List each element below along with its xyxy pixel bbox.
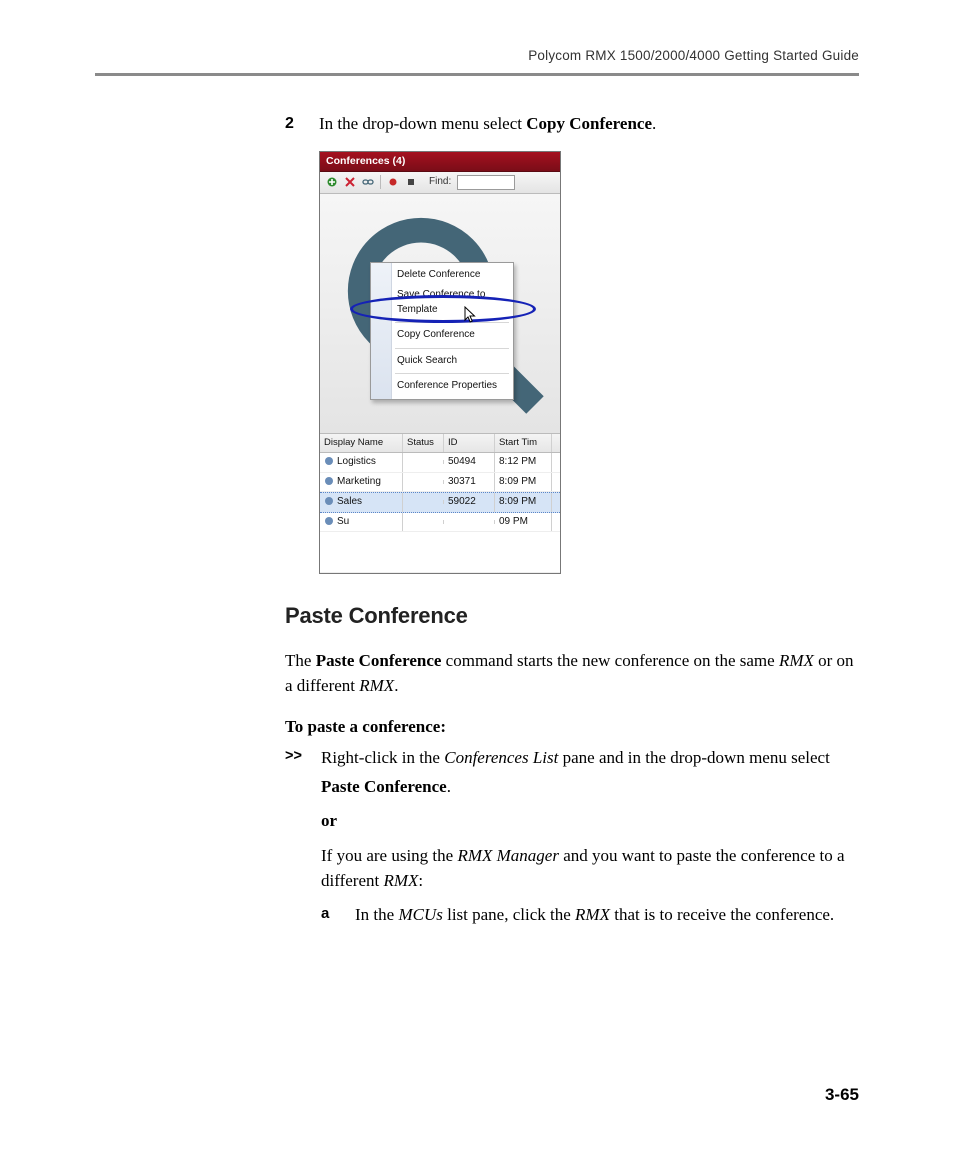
panel-toolbar: Find:	[320, 172, 560, 194]
row-name: Logistics	[337, 456, 376, 467]
conference-icon	[324, 476, 334, 486]
row-id	[444, 520, 495, 524]
menu-save-to-template[interactable]: Save Conference to Template	[371, 285, 513, 320]
page: Polycom RMX 1500/2000/4000 Getting Start…	[0, 0, 954, 1155]
step-number: 2	[285, 112, 299, 137]
grid-rows: Logistics 50494 8:12 PM Marketing 30371 …	[320, 453, 560, 573]
table-row[interactable]: Marketing 30371 8:09 PM	[320, 473, 560, 493]
intro-t2: command starts the new conference on the…	[441, 651, 779, 670]
search-icon[interactable]	[326, 416, 554, 427]
table-row	[320, 532, 560, 573]
menu-delete-conference[interactable]: Delete Conference	[371, 265, 513, 286]
row-id: 59022	[444, 493, 495, 512]
content-column: 2 In the drop-down menu select Copy Conf…	[285, 112, 859, 928]
row-status	[403, 480, 444, 484]
procedure-step: >> Right-click in the Conferences List p…	[285, 746, 859, 928]
col-status[interactable]: Status	[403, 434, 444, 452]
header-rule	[95, 73, 859, 76]
row-time: 8:09 PM	[495, 493, 552, 512]
sub-step-body: In the MCUs list pane, click the RMX tha…	[355, 903, 834, 928]
intro-t1: The	[285, 651, 316, 670]
sub-c: that is to receive the conference.	[610, 905, 834, 924]
menu-copy-conference[interactable]: Copy Conference	[371, 325, 513, 346]
menu-separator	[395, 322, 509, 323]
intro-t4: .	[394, 676, 398, 695]
record-icon[interactable]	[387, 176, 399, 188]
step2-pre: In the drop-down menu select	[319, 114, 526, 133]
link-icon[interactable]	[362, 176, 374, 188]
panel-title: Conferences (4)	[320, 152, 560, 172]
intro-i2: RMX	[359, 676, 394, 695]
page-number: 3-65	[825, 1085, 859, 1105]
sub-i2: RMX	[575, 905, 610, 924]
row-name: Su	[337, 516, 349, 527]
menu-separator	[395, 348, 509, 349]
conference-icon	[324, 516, 334, 526]
procedure-bullet: >>	[285, 746, 307, 928]
proc-s2i2: RMX	[383, 871, 418, 890]
row-id: 30371	[444, 473, 495, 492]
menu-separator	[395, 373, 509, 374]
step2-bold: Copy Conference	[526, 114, 652, 133]
conferences-panel: Conferences (4)	[319, 151, 561, 574]
numbered-step-2: 2 In the drop-down menu select Copy Conf…	[285, 112, 859, 137]
step-body: In the drop-down menu select Copy Confer…	[319, 112, 859, 137]
intro-b1: Paste Conference	[316, 651, 442, 670]
intro-i1: RMX	[779, 651, 814, 670]
row-id: 50494	[444, 453, 495, 472]
delete-icon[interactable]	[344, 176, 356, 188]
row-status	[403, 460, 444, 464]
proc-s1b: pane and in the drop-down menu select	[558, 748, 829, 767]
sub-a: In the	[355, 905, 398, 924]
col-display-name[interactable]: Display Name	[320, 434, 403, 452]
row-status	[403, 500, 444, 504]
menu-quick-search[interactable]: Quick Search	[371, 351, 513, 372]
proc-s1end: .	[447, 777, 451, 796]
procedure-heading: To paste a conference:	[285, 715, 859, 740]
row-name: Sales	[337, 496, 362, 507]
proc-s1a: Right-click in the	[321, 748, 444, 767]
find-input[interactable]	[457, 175, 515, 190]
intro-paragraph: The Paste Conference command starts the …	[285, 649, 859, 698]
col-id[interactable]: ID	[444, 434, 495, 452]
proc-s2i: RMX Manager	[457, 846, 559, 865]
proc-or: or	[321, 809, 859, 834]
step2-post: .	[652, 114, 656, 133]
proc-s2: If you are using the RMX Manager and you…	[321, 844, 859, 893]
table-row[interactable]: Logistics 50494 8:12 PM	[320, 453, 560, 473]
proc-s1bold: Paste Conference	[321, 777, 447, 796]
stop-icon[interactable]	[405, 176, 417, 188]
running-header: Polycom RMX 1500/2000/4000 Getting Start…	[95, 48, 859, 63]
table-row[interactable]: Su 09 PM	[320, 513, 560, 533]
grid-headers: Display Name Status ID Start Tim	[320, 434, 560, 453]
row-name: Marketing	[337, 476, 381, 487]
row-time: 8:09 PM	[495, 473, 552, 492]
context-menu: Delete Conference Save Conference to Tem…	[370, 262, 514, 400]
embedded-screenshot: Conferences (4)	[319, 151, 859, 574]
row-time: 09 PM	[495, 513, 552, 532]
conference-icon	[324, 496, 334, 506]
sub-i1: MCUs	[398, 905, 442, 924]
section-heading: Paste Conference	[285, 600, 859, 632]
col-start-time[interactable]: Start Tim	[495, 434, 552, 452]
menu-conference-properties[interactable]: Conference Properties	[371, 376, 513, 397]
proc-s1i: Conferences List	[444, 748, 558, 767]
sub-step-a: a In the MCUs list pane, click the RMX t…	[321, 903, 859, 928]
row-time: 8:12 PM	[495, 453, 552, 472]
table-row-selected[interactable]: Sales 59022 8:09 PM	[320, 492, 560, 513]
toolbar-separator	[380, 175, 381, 189]
row-status	[403, 520, 444, 524]
sub-b: list pane, click the	[443, 905, 575, 924]
proc-s2c: :	[418, 871, 423, 890]
conference-icon	[324, 456, 334, 466]
proc-s2a: If you are using the	[321, 846, 457, 865]
sub-step-letter: a	[321, 903, 337, 928]
find-label: Find:	[429, 175, 451, 190]
new-conference-icon[interactable]	[326, 176, 338, 188]
procedure-body: Right-click in the Conferences List pane…	[321, 746, 859, 928]
